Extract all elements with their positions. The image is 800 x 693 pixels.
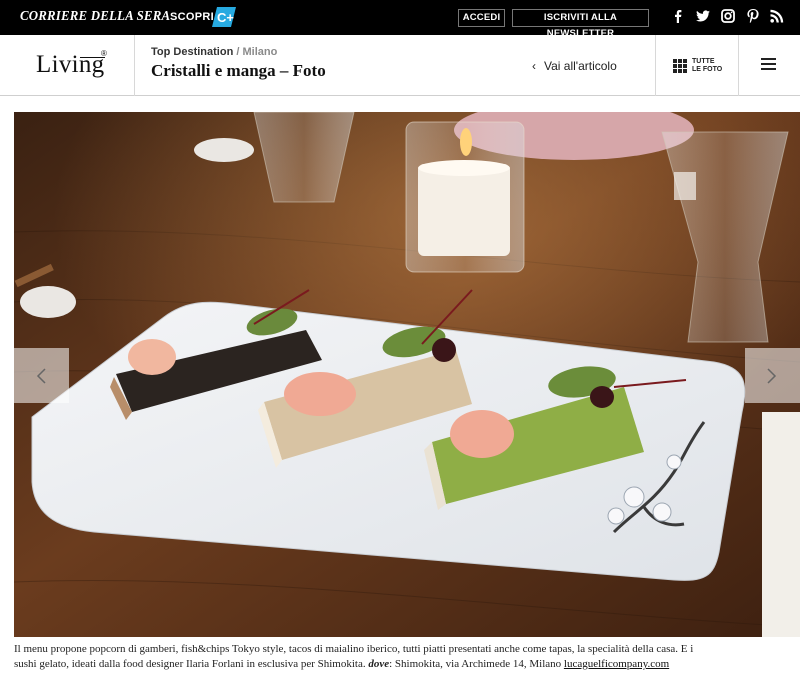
breadcrumb-city[interactable]: Milano [242, 46, 277, 58]
twitter-icon[interactable] [695, 9, 711, 25]
photo-credit-link[interactable]: lucaguelficompany.com [564, 658, 669, 670]
page-title: Cristalli e manga – Foto [151, 61, 326, 80]
login-button[interactable]: ACCEDI [458, 9, 505, 27]
chevron-right-icon [767, 368, 777, 384]
header-divider [134, 35, 135, 96]
back-to-article-link[interactable]: ‹ Vai all'articolo [532, 59, 617, 73]
discover-label[interactable]: SCOPRI [170, 11, 214, 23]
sushi-plate-image [14, 112, 800, 637]
living-header: Living ® Top Destination / Milano Crista… [0, 35, 800, 96]
hamburger-menu-icon[interactable] [761, 58, 777, 72]
previous-photo-button[interactable] [14, 348, 69, 403]
caption-address: : Shimokita, via Archimede 14, Milano [389, 658, 562, 670]
living-logo[interactable]: Living [36, 51, 104, 79]
breadcrumb-section[interactable]: Top Destination [151, 46, 233, 58]
header-divider [655, 35, 656, 96]
header-divider [738, 35, 739, 96]
breadcrumb: Top Destination / Milano [151, 46, 277, 58]
facebook-icon[interactable] [670, 9, 686, 25]
corriere-logo[interactable]: CORRIERE DELLA SERA [20, 9, 170, 25]
gallery-photo [14, 112, 800, 637]
next-photo-button[interactable] [745, 348, 800, 403]
chevron-left-icon [36, 368, 46, 384]
pinterest-icon[interactable] [745, 9, 761, 25]
chevron-left-icon: ‹ [532, 59, 536, 73]
newsletter-button[interactable]: ISCRIVITI ALLA NEWSLETTER [512, 9, 649, 39]
grid-icon [673, 59, 687, 73]
caption-dove-label: dove [368, 658, 390, 670]
svg-text:C+: C+ [217, 10, 234, 25]
back-to-article-label: Vai all'articolo [544, 59, 617, 73]
instagram-icon[interactable] [720, 9, 736, 25]
all-photos-label: TUTTE LE FOTO [692, 58, 723, 73]
c-plus-icon[interactable]: C+ [212, 7, 236, 27]
photo-caption: Il menu propone popcorn di gamberi, fish… [14, 642, 704, 672]
rss-icon[interactable] [769, 9, 785, 25]
top-bar: CORRIERE DELLA SERA SCOPRI C+ ACCEDI ISC… [0, 0, 800, 39]
logo-registered-mark: ® [101, 49, 107, 58]
